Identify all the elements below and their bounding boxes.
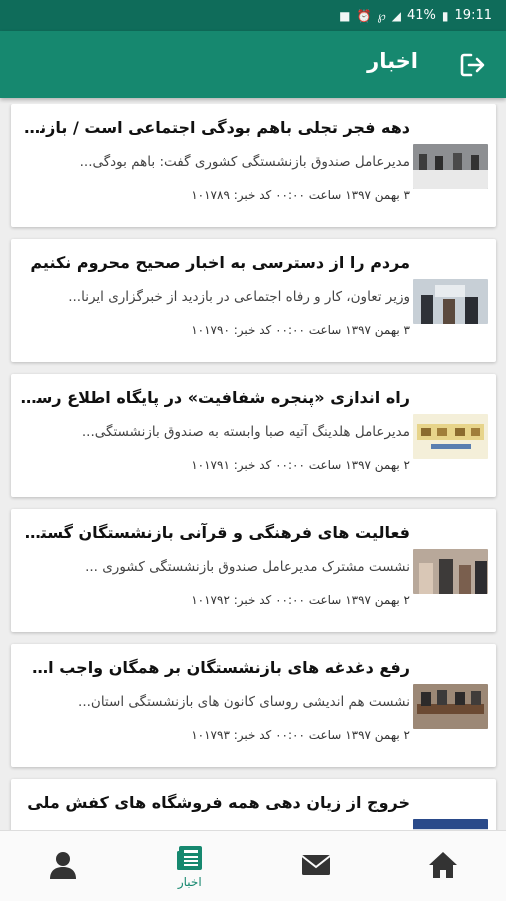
- news-summary: نشست مشترک مدیرعامل صندوق بازنشستگی کشور…: [19, 559, 410, 575]
- home-icon: [427, 850, 459, 880]
- nav-profile[interactable]: [0, 831, 127, 901]
- news-card[interactable]: خروج از زیان دهی همه فروشگاه های کفش ملی: [11, 779, 496, 830]
- news-thumbnail: [413, 549, 488, 594]
- profile-icon: [47, 849, 79, 881]
- news-meta: ۳ بهمن ۱۳۹۷ ساعت ۰۰:۰۰ کد خبر: ۱۰۱۷۸۹: [191, 188, 410, 202]
- alarm-icon: ⏰: [356, 9, 371, 23]
- app-bar: اخبار: [0, 31, 506, 98]
- bottom-nav: اخبار: [0, 830, 506, 901]
- news-thumbnail: [413, 144, 488, 189]
- notification-icon: ■: [339, 9, 350, 23]
- news-summary: نشست هم اندیشی روسای کانون های بازنشستگی…: [19, 694, 410, 710]
- news-card[interactable]: راه اندازی «پنجره شفافیت» در پایگاه اطلا…: [11, 374, 496, 497]
- logout-icon[interactable]: [458, 51, 486, 79]
- news-title[interactable]: دهه فجر تجلی باهم بودگی اجتماعی است / با…: [19, 118, 410, 137]
- battery-level: 41%: [407, 8, 436, 23]
- battery-icon: ▮: [442, 9, 449, 23]
- news-thumbnail: [413, 414, 488, 459]
- page-title: اخبار: [367, 49, 418, 73]
- news-icon: [175, 843, 205, 873]
- nav-news-label: اخبار: [178, 875, 202, 889]
- signal-icon: ◢: [392, 9, 401, 23]
- news-meta: ۲ بهمن ۱۳۹۷ ساعت ۰۰:۰۰ کد خبر: ۱۰۱۷۹۲: [191, 593, 410, 607]
- news-thumbnail: [413, 684, 488, 729]
- news-summary: مدیرعامل هلدینگ آتیه صبا وابسته به صندوق…: [19, 424, 410, 440]
- news-summary: وزیر تعاون، کار و رفاه اجتماعی در بازدید…: [19, 289, 410, 305]
- nav-news[interactable]: اخبار: [127, 831, 254, 901]
- news-title[interactable]: فعالیت های فرهنگی و قرآنی بازنشستگان گست…: [19, 523, 410, 542]
- news-meta: ۲ بهمن ۱۳۹۷ ساعت ۰۰:۰۰ کد خبر: ۱۰۱۷۹۱: [191, 458, 410, 472]
- news-card[interactable]: دهه فجر تجلی باهم بودگی اجتماعی است / با…: [11, 104, 496, 227]
- news-meta: ۳ بهمن ۱۳۹۷ ساعت ۰۰:۰۰ کد خبر: ۱۰۱۷۹۰: [191, 323, 410, 337]
- nav-mail[interactable]: [253, 831, 380, 901]
- news-title[interactable]: رفع دغدغه های بازنشستگان بر همگان واجب ا…: [19, 658, 410, 677]
- news-title[interactable]: راه اندازی «پنجره شفافیت» در پایگاه اطلا…: [19, 388, 410, 407]
- status-bar: ■ ⏰ ℘ ◢ 41% ▮ 19:11: [0, 0, 506, 31]
- news-card[interactable]: فعالیت های فرهنگی و قرآنی بازنشستگان گست…: [11, 509, 496, 632]
- news-list[interactable]: دهه فجر تجلی باهم بودگی اجتماعی است / با…: [0, 104, 506, 830]
- news-summary: مدیرعامل صندوق بازنشستگی کشوری گفت: باهم…: [19, 154, 410, 170]
- news-thumbnail: [413, 819, 488, 830]
- news-thumbnail: [413, 279, 488, 324]
- nav-home[interactable]: [380, 831, 506, 901]
- news-title[interactable]: خروج از زیان دهی همه فروشگاه های کفش ملی: [19, 793, 410, 812]
- wifi-icon: ℘: [377, 9, 385, 23]
- news-title[interactable]: مردم را از دسترسی به اخبار صحیح محروم نک…: [19, 253, 410, 272]
- mail-icon: [300, 852, 332, 878]
- news-card[interactable]: مردم را از دسترسی به اخبار صحیح محروم نک…: [11, 239, 496, 362]
- clock: 19:11: [455, 8, 492, 23]
- news-card[interactable]: رفع دغدغه های بازنشستگان بر همگان واجب ا…: [11, 644, 496, 767]
- news-meta: ۲ بهمن ۱۳۹۷ ساعت ۰۰:۰۰ کد خبر: ۱۰۱۷۹۳: [191, 728, 410, 742]
